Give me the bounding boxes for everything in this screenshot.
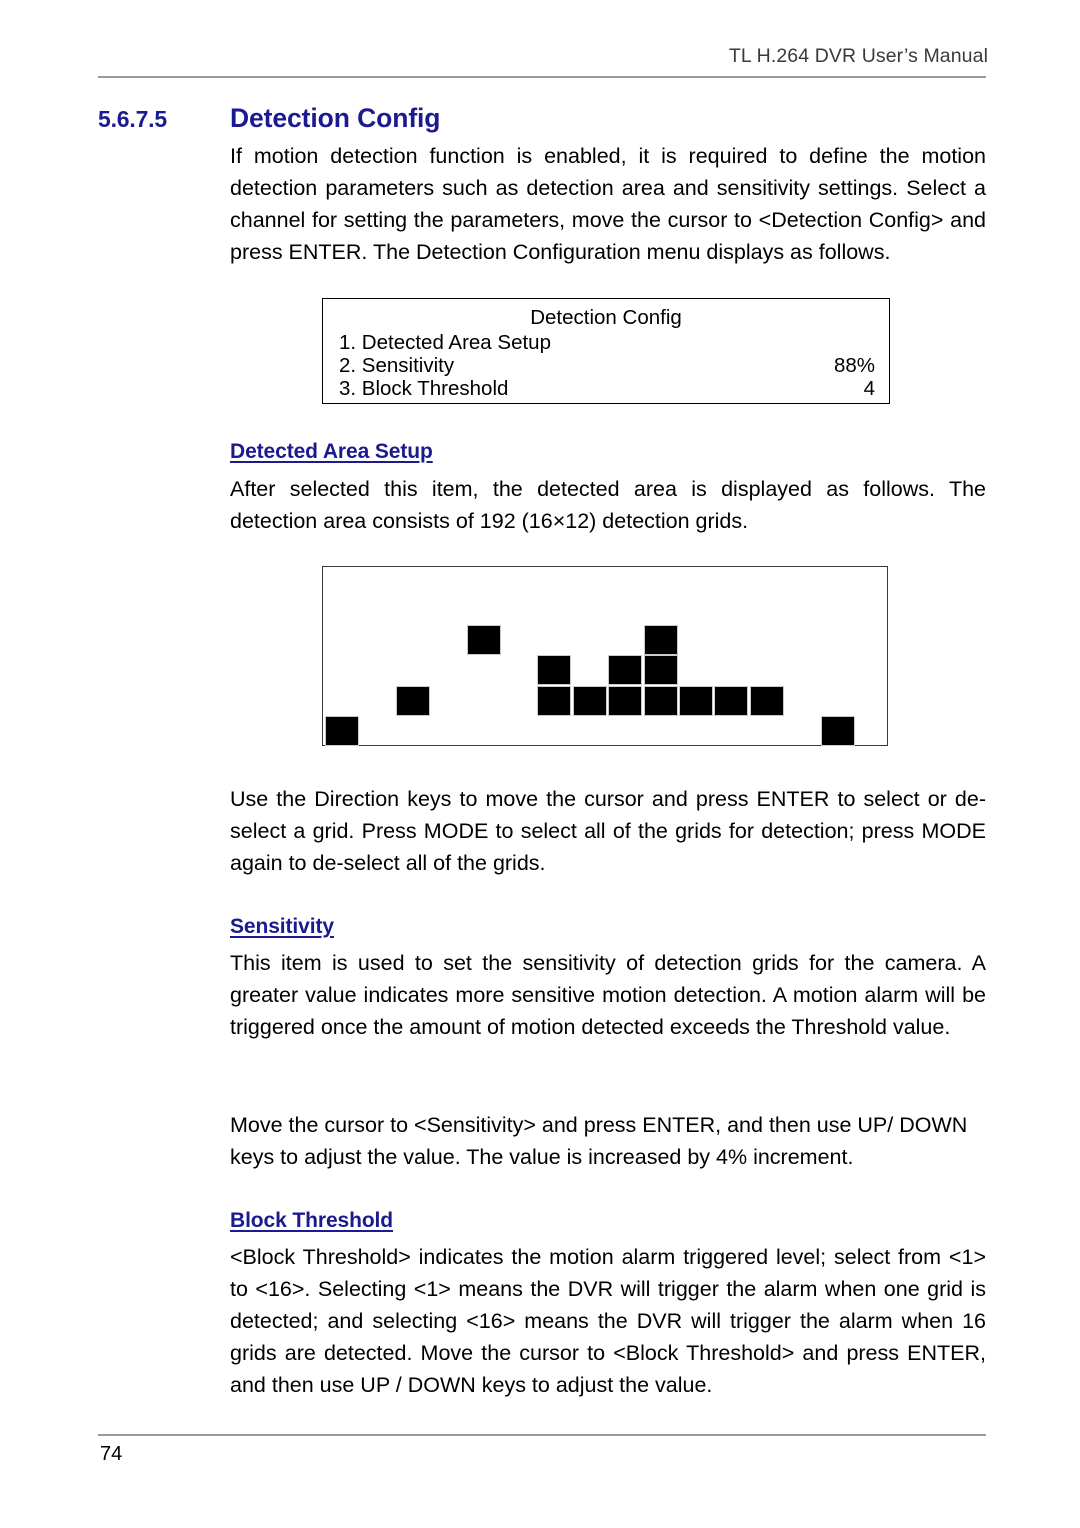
detection-grid-cell[interactable] — [608, 655, 643, 685]
menu-row-label: 1. Detected Area Setup — [339, 331, 551, 354]
sensitivity-paragraph: This item is used to set the sensitivity… — [230, 951, 986, 1039]
section-title: Detection Config — [230, 103, 441, 133]
menu-row-label: 3. Block Threshold — [339, 377, 509, 400]
section-number: 5.6.7.5 — [98, 106, 167, 132]
menu-row-detected-area[interactable]: 1. Detected Area Setup — [323, 331, 889, 354]
detection-grid-cell[interactable] — [466, 624, 501, 655]
document-page: TL H.264 DVR User’s Manual 5.6.7.5 Detec… — [0, 0, 1080, 1528]
header-divider — [98, 76, 986, 78]
detection-grid-cell[interactable] — [572, 685, 607, 716]
detection-grid-cell[interactable] — [608, 685, 643, 716]
subheading-detected-area-setup: Detected Area Setup — [230, 440, 433, 463]
menu-title: Detection Config — [530, 306, 682, 329]
detected-area-paragraph: After selected this item, the detected a… — [230, 477, 986, 533]
detection-grid-cell[interactable] — [325, 716, 359, 746]
menu-row-block-threshold[interactable]: 3. Block Threshold 4 — [323, 377, 889, 400]
menu-row-value: 4 — [863, 377, 875, 400]
detection-grid-cell[interactable] — [395, 685, 430, 716]
detection-grid-cell[interactable] — [643, 655, 678, 685]
detection-grid-illustration — [322, 566, 888, 746]
footer-divider — [98, 1434, 986, 1436]
detection-grid-cell[interactable] — [537, 685, 572, 716]
detection-grid-cell[interactable] — [643, 624, 678, 655]
detection-grid-cell[interactable] — [643, 685, 678, 716]
detection-grid-cell[interactable] — [537, 655, 572, 685]
detection-grid-cell[interactable] — [820, 716, 855, 746]
manual-title: TL H.264 DVR User’s Manual — [728, 45, 988, 67]
grid-instructions-paragraph: Use the Direction keys to move the curso… — [230, 787, 986, 875]
detection-grid-cell[interactable] — [749, 685, 784, 716]
block-threshold-paragraph: <Block Threshold> indicates the motion a… — [230, 1245, 986, 1397]
sensitivity-paragraph-2: Move the cursor to <Sensitivity> and pre… — [230, 1113, 968, 1169]
detection-config-menu: Detection Config 1. Detected Area Setup … — [322, 298, 890, 404]
subheading-sensitivity: Sensitivity — [230, 915, 334, 938]
page-header: TL H.264 DVR User’s Manual — [98, 44, 988, 78]
page-number: 74 — [100, 1443, 123, 1465]
detection-grid-cell[interactable] — [679, 685, 713, 716]
section-intro-paragraph: If motion detection function is enabled,… — [230, 144, 986, 264]
section-heading: 5.6.7.5 Detection Config — [98, 103, 988, 134]
menu-row-sensitivity[interactable]: 2. Sensitivity 88% — [323, 354, 889, 377]
subheading-block-threshold: Block Threshold — [230, 1209, 394, 1232]
menu-row-label: 2. Sensitivity — [339, 354, 455, 377]
menu-row-value: 88% — [833, 354, 875, 377]
detection-grid-cell[interactable] — [714, 685, 749, 716]
